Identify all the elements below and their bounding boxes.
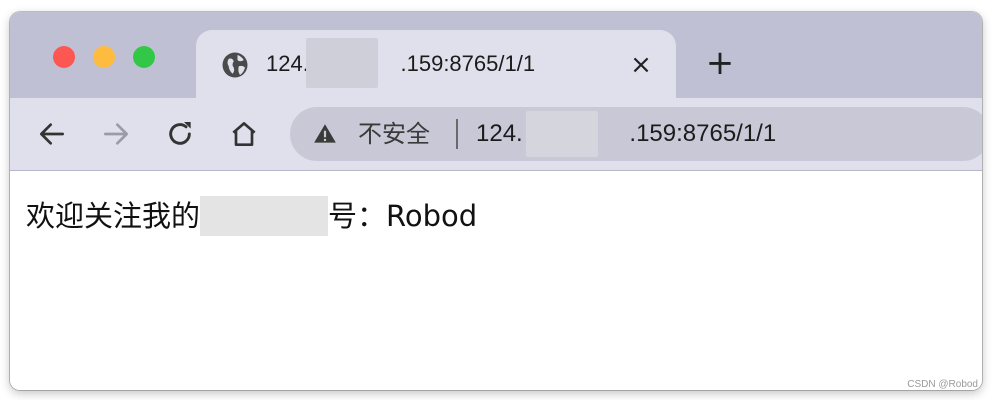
- globe-icon: [222, 52, 248, 78]
- address-bar[interactable]: 不安全 124. .159:8765/1/1: [290, 107, 982, 161]
- reload-icon[interactable]: [164, 118, 196, 150]
- security-label[interactable]: 不安全: [358, 121, 430, 147]
- redacted-block: [526, 111, 598, 157]
- watermark: CSDN @Robod: [907, 379, 978, 390]
- tab-active[interactable]: 124. .159:8765/1/1 ×: [196, 30, 676, 98]
- browser-window: 124. .159:8765/1/1 × + 不安全 124. .159:876…: [10, 12, 982, 390]
- url-text[interactable]: 124. .159:8765/1/1: [476, 121, 776, 147]
- redacted-block: [306, 38, 378, 88]
- welcome-text: 欢迎关注我的 号：Robod: [26, 193, 477, 236]
- title-bar: 124. .159:8765/1/1 × +: [10, 12, 982, 98]
- welcome-text-prefix: 欢迎关注我的: [26, 199, 201, 233]
- page-content: 欢迎关注我的 号：Robod: [10, 171, 982, 390]
- arrow-right-icon[interactable]: [100, 118, 132, 150]
- toolbar: 不安全 124. .159:8765/1/1: [10, 98, 982, 171]
- home-icon[interactable]: [228, 118, 260, 150]
- minimize-window-button[interactable]: [93, 46, 115, 68]
- new-tab-button[interactable]: +: [703, 46, 737, 80]
- maximize-window-button[interactable]: [133, 46, 155, 68]
- close-window-button[interactable]: [53, 46, 75, 68]
- tab-close-button[interactable]: ×: [628, 52, 654, 78]
- redacted-block: [200, 196, 329, 236]
- arrow-left-icon[interactable]: [36, 118, 68, 150]
- welcome-text-suffix: 号：Robod: [328, 199, 478, 233]
- warning-triangle-icon[interactable]: [312, 121, 338, 147]
- address-divider: [456, 119, 458, 149]
